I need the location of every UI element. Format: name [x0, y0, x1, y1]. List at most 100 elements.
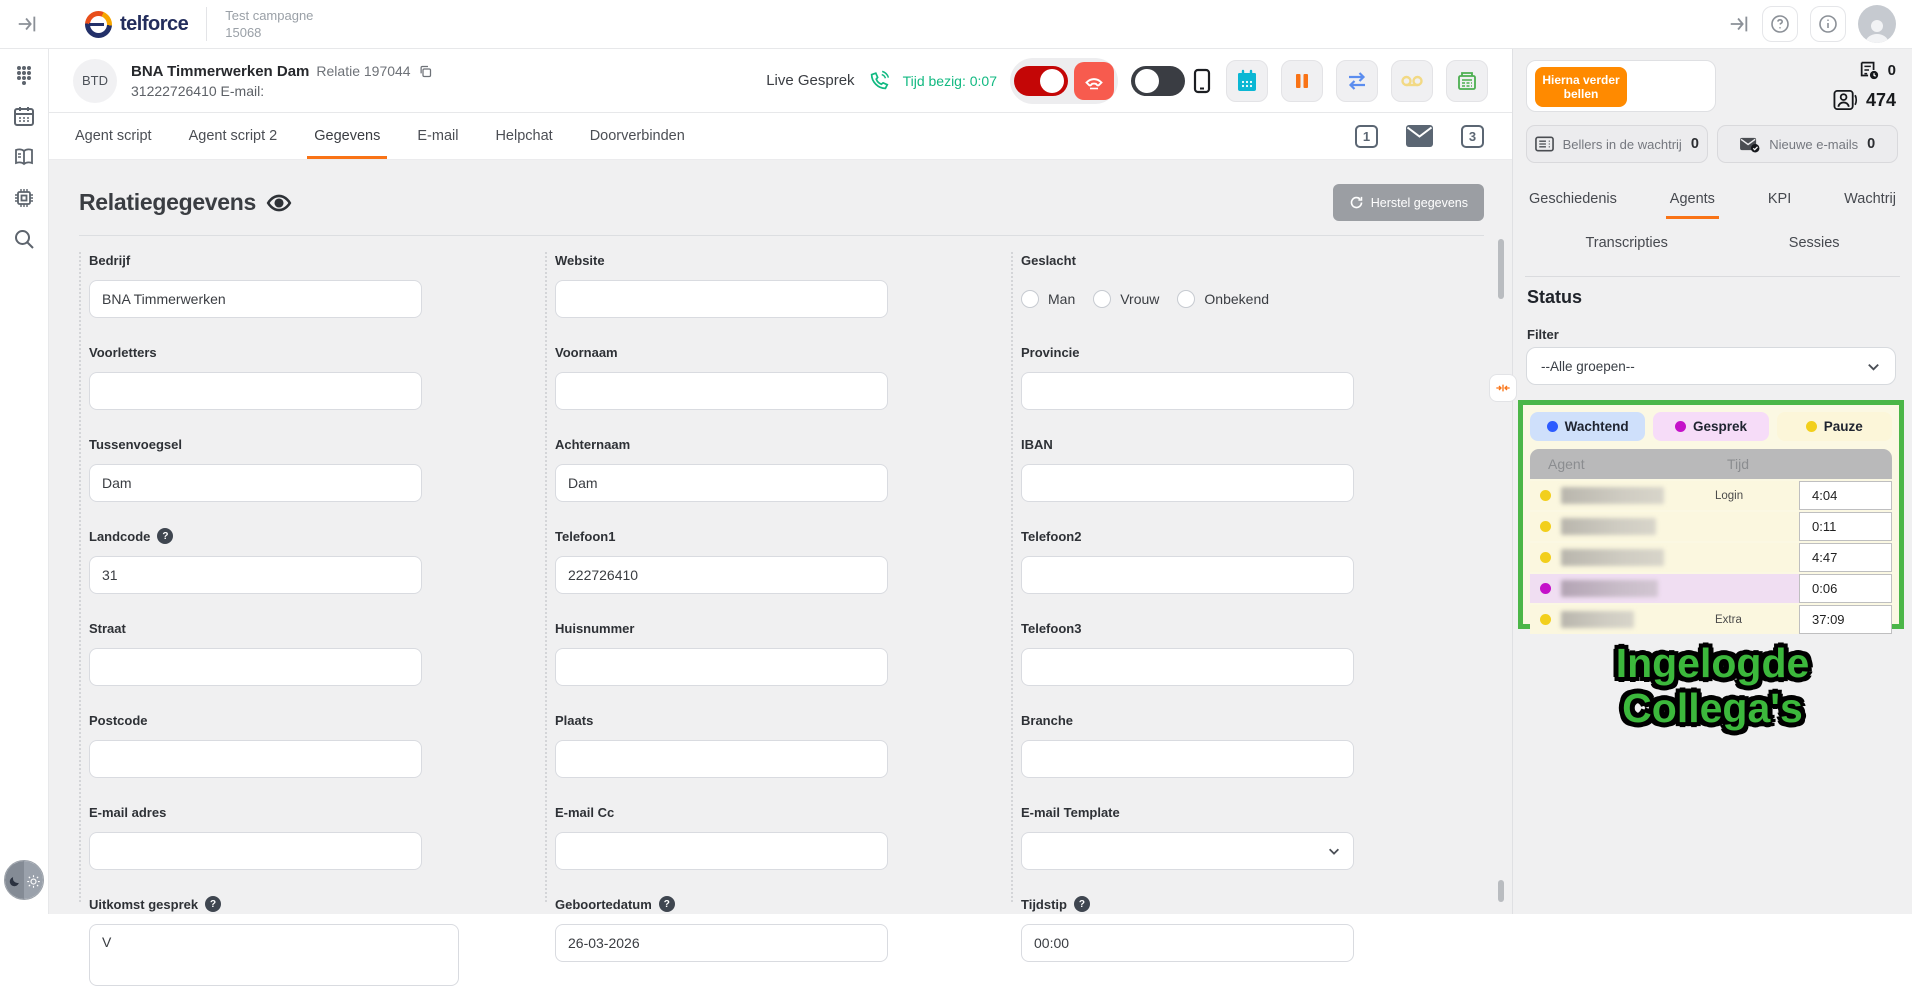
email-cc-input[interactable]: [555, 832, 888, 870]
telefoon2-input[interactable]: [1021, 556, 1354, 594]
magenta-dot-icon: [1675, 421, 1686, 432]
tijdstip-input[interactable]: [1021, 924, 1354, 962]
tab-agents[interactable]: Agents: [1666, 185, 1719, 219]
tab-kpi[interactable]: KPI: [1764, 185, 1795, 219]
search-icon[interactable]: [12, 227, 36, 251]
tab-gegevens[interactable]: Gegevens: [307, 113, 387, 159]
field-provincie: Provincie: [1021, 344, 1477, 410]
new-emails-button[interactable]: Nieuwe e-mails 0: [1717, 125, 1899, 163]
page-1-icon[interactable]: 1: [1355, 125, 1378, 148]
field-achternaam: Achternaam: [555, 436, 1011, 502]
panel-collapse-icon[interactable]: [1728, 13, 1750, 35]
branche-input[interactable]: [1021, 740, 1354, 778]
telefoon1-input[interactable]: [555, 556, 888, 594]
iban-input[interactable]: [1021, 464, 1354, 502]
info-button[interactable]: [1810, 6, 1846, 42]
chip-icon[interactable]: [12, 186, 36, 210]
right-tab-bar-2: Transcripties Sessies: [1525, 229, 1900, 277]
user-avatar[interactable]: [1858, 5, 1896, 43]
help-icon[interactable]: ?: [659, 896, 675, 912]
relation-data-panel: Relatiegegevens Herstel gegevens Bedrijf: [49, 160, 1512, 914]
brand-logo[interactable]: telforce: [85, 11, 188, 38]
radio-onbekend[interactable]: [1177, 290, 1195, 308]
plaats-input[interactable]: [555, 740, 888, 778]
radio-vrouw[interactable]: [1093, 290, 1111, 308]
field-bedrijf: Bedrijf: [89, 252, 545, 318]
tab-agent-script[interactable]: Agent script: [68, 113, 159, 159]
agent-row[interactable]: 4:47: [1530, 543, 1892, 572]
email-icon[interactable]: [1406, 125, 1433, 147]
sidebar-collapse-icon[interactable]: [16, 13, 38, 35]
theme-toggle[interactable]: [4, 860, 44, 900]
campaign-id: 15068: [225, 25, 313, 40]
website-input[interactable]: [555, 280, 888, 318]
help-icon[interactable]: ?: [157, 528, 173, 544]
transfer-button[interactable]: [1336, 60, 1378, 102]
voorletters-input[interactable]: [89, 372, 422, 410]
legend-gesprek[interactable]: Gesprek: [1653, 412, 1768, 441]
agent-row[interactable]: 0:11: [1530, 512, 1892, 541]
tab-sessies[interactable]: Sessies: [1785, 229, 1844, 263]
radio-man[interactable]: [1021, 290, 1039, 308]
scrollbar-thumb-bottom[interactable]: [1498, 880, 1504, 902]
field-uitkomst-gesprek: Uitkomst gesprek? V: [89, 896, 545, 962]
uitkomst-gesprek-input[interactable]: V: [89, 924, 459, 986]
email-template-select[interactable]: [1021, 832, 1354, 870]
voornaam-input[interactable]: [555, 372, 888, 410]
voicemail-button[interactable]: [1391, 60, 1433, 102]
tab-helpchat[interactable]: Helpchat: [488, 113, 559, 159]
book-icon[interactable]: [12, 145, 36, 169]
email-adres-input[interactable]: [89, 832, 422, 870]
provincie-input[interactable]: [1021, 372, 1354, 410]
legend-wachtend[interactable]: Wachtend: [1530, 412, 1645, 441]
agent-name-blurred: [1561, 549, 1664, 566]
pause-button[interactable]: [1281, 60, 1323, 102]
tab-wachtrij[interactable]: Wachtrij: [1840, 185, 1900, 219]
page-3-icon[interactable]: 3: [1461, 125, 1484, 148]
straat-input[interactable]: [89, 648, 422, 686]
achternaam-input[interactable]: [555, 464, 888, 502]
help-icon[interactable]: ?: [205, 896, 221, 912]
help-button[interactable]: [1762, 6, 1798, 42]
content-divider: [79, 235, 1484, 236]
callers-in-queue-button[interactable]: Bellers in de wachtrij 0: [1526, 125, 1708, 163]
eye-icon[interactable]: [266, 190, 292, 216]
hangup-button[interactable]: [1074, 62, 1114, 100]
call-active-toggle[interactable]: [1014, 66, 1068, 96]
restore-data-button[interactable]: Herstel gegevens: [1333, 184, 1484, 221]
tab-transcripties[interactable]: Transcripties: [1581, 229, 1671, 263]
dialpad-icon[interactable]: [12, 63, 36, 87]
agent-row[interactable]: Login 4:04: [1530, 481, 1892, 510]
right-tab-bar: Geschiedenis Agents KPI Wachtrij: [1525, 185, 1900, 219]
agent-row[interactable]: 0:06: [1530, 574, 1892, 603]
tab-geschiedenis[interactable]: Geschiedenis: [1525, 185, 1621, 219]
postcode-input[interactable]: [89, 740, 422, 778]
calendar-icon[interactable]: [12, 104, 36, 128]
bedrijf-input[interactable]: [89, 280, 422, 318]
main-area: BTD BNA Timmerwerken Dam Relatie 197044 …: [49, 49, 1512, 914]
status-dot: [1540, 583, 1551, 594]
tab-email[interactable]: E-mail: [410, 113, 465, 159]
field-telefoon2: Telefoon2: [1021, 528, 1477, 594]
fax-keypad-button[interactable]: [1446, 60, 1488, 102]
scrollbar-thumb[interactable]: [1498, 239, 1504, 299]
continue-calling-button[interactable]: Hierna verder bellen: [1535, 67, 1627, 107]
help-icon[interactable]: ?: [1074, 896, 1090, 912]
filter-select[interactable]: --Alle groepen--: [1526, 347, 1896, 385]
tab-agent-script-2[interactable]: Agent script 2: [182, 113, 285, 159]
tab-doorverbinden[interactable]: Doorverbinden: [583, 113, 692, 159]
panel-resize-handle[interactable]: [1489, 374, 1517, 402]
legend-pauze[interactable]: Pauze: [1777, 412, 1892, 441]
mobile-toggle[interactable]: [1131, 66, 1185, 96]
tussenvoegsel-input[interactable]: [89, 464, 422, 502]
landcode-input[interactable]: [89, 556, 422, 594]
relation-form: Bedrijf Voorletters Tussenvoegsel Landco…: [79, 252, 1512, 812]
schedule-callback-button[interactable]: [1226, 60, 1268, 102]
filter-label: Filter: [1527, 327, 1559, 342]
huisnummer-input[interactable]: [555, 648, 888, 686]
copy-icon[interactable]: [418, 64, 433, 79]
telefoon3-input[interactable]: [1021, 648, 1354, 686]
agent-row[interactable]: Extra 37:09: [1530, 605, 1892, 634]
geboortedatum-input[interactable]: [555, 924, 888, 962]
status-heading: Status: [1527, 287, 1582, 308]
